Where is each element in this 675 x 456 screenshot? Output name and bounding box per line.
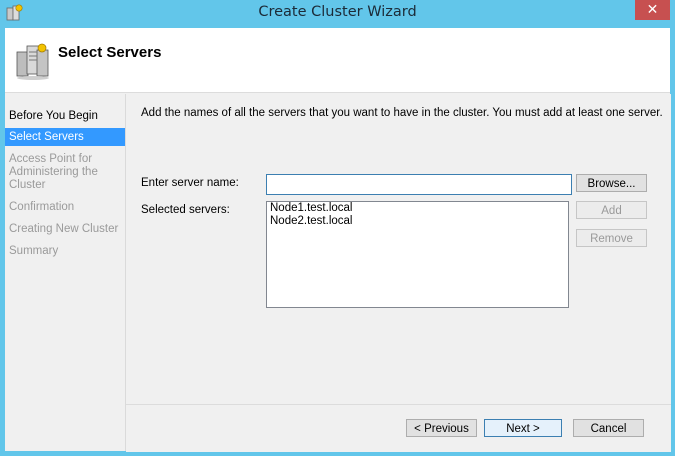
cancel-button[interactable]: Cancel bbox=[573, 419, 644, 437]
nav-step-before-you-begin[interactable]: Before You Begin bbox=[5, 110, 125, 123]
wizard-steps-nav: Before You Begin Select Servers Access P… bbox=[5, 94, 125, 451]
add-button[interactable]: Add bbox=[576, 201, 647, 219]
servers-icon bbox=[16, 43, 49, 80]
wizard-window: Create Cluster Wizard ✕ Select Servers B… bbox=[0, 0, 675, 456]
page-title: Select Servers bbox=[58, 44, 162, 61]
content-panel: Add the names of all the servers that yo… bbox=[126, 94, 671, 404]
nav-step-summary: Summary bbox=[9, 245, 59, 257]
browse-button[interactable]: Browse... bbox=[576, 174, 647, 192]
instruction-text: Add the names of all the servers that yo… bbox=[141, 107, 663, 119]
server-name-input[interactable] bbox=[266, 174, 572, 195]
server-name-label: Enter server name: bbox=[141, 177, 239, 189]
selected-servers-list[interactable]: Node1.test.local Node2.test.local bbox=[266, 201, 569, 308]
list-item[interactable]: Node2.test.local bbox=[267, 215, 568, 228]
title-bar[interactable]: Create Cluster Wizard ✕ bbox=[0, 0, 675, 28]
nav-step-confirmation: Confirmation bbox=[9, 201, 75, 213]
wizard-footer: < Previous Next > Cancel bbox=[126, 404, 671, 452]
nav-step-access-point: Access Point for Administering the Clust… bbox=[9, 153, 98, 191]
previous-button[interactable]: < Previous bbox=[406, 419, 477, 437]
remove-button[interactable]: Remove bbox=[576, 229, 647, 247]
close-button[interactable]: ✕ bbox=[635, 0, 670, 20]
wizard-content: Add the names of all the servers that yo… bbox=[125, 94, 671, 452]
wizard-client-area: Select Servers Before You Begin Select S… bbox=[5, 28, 671, 452]
window-title: Create Cluster Wizard bbox=[258, 4, 417, 20]
list-item[interactable]: Node1.test.local bbox=[267, 202, 568, 215]
next-button[interactable]: Next > bbox=[484, 419, 562, 437]
nav-step-creating-cluster: Creating New Cluster bbox=[9, 223, 119, 235]
selected-servers-label: Selected servers: bbox=[141, 204, 230, 216]
page-header: Select Servers bbox=[5, 28, 670, 93]
nav-step-select-servers[interactable]: Select Servers bbox=[5, 128, 125, 146]
